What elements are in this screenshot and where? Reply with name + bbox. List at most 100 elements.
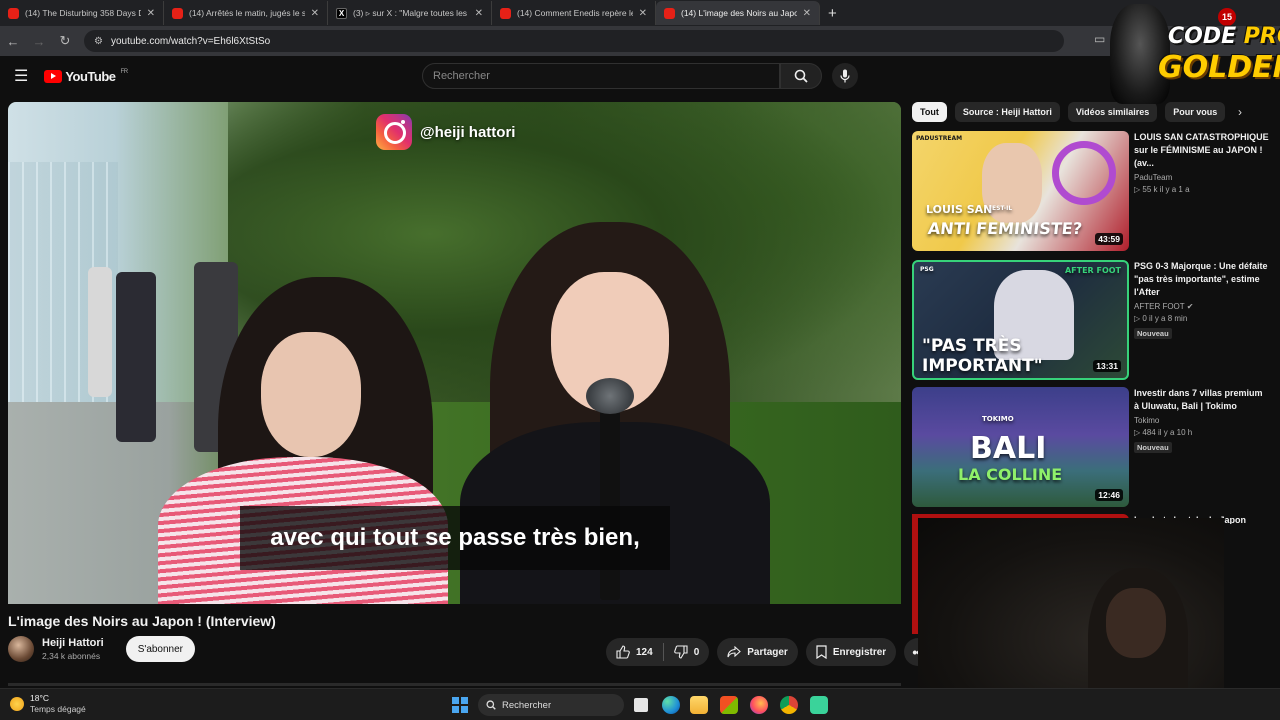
new-badge: Nouveau [1134,328,1172,339]
search-button[interactable] [780,63,822,89]
like-count: 124 [636,646,653,658]
taskbar-search-label: Rechercher [502,699,552,711]
comments-section-edge [8,683,901,686]
close-icon[interactable]: ✕ [147,8,155,19]
file-explorer-icon[interactable] [690,696,708,714]
video-thumbnail[interactable]: TOKIMO BALI LA COLLINE 12:46 [912,387,1129,507]
tab-title: (14) The Disturbing 358 Days D [25,8,141,18]
video-thumbnail[interactable]: PADUSTREAM LOUIS SAN EST-IL ANTI FEMINIS… [912,131,1129,251]
recommendation-item[interactable]: PADUSTREAM LOUIS SAN EST-IL ANTI FEMINIS… [912,131,1272,251]
reload-icon[interactable]: ↻ [52,33,78,49]
region-code: FR [120,68,129,75]
recommendation-title[interactable]: LOUIS SAN CATASTROPHIQUE sur le FÉMINISM… [1134,131,1270,170]
recommendation-info: LOUIS SAN CATASTROPHIQUE sur le FÉMINISM… [1134,131,1270,194]
channel-name[interactable]: Heiji Hattori [42,637,104,649]
video-duration: 13:31 [1093,360,1121,372]
search-icon [486,700,496,710]
streamer-face [1106,588,1166,658]
background-pedestrian [116,272,156,442]
firefox-icon[interactable] [750,696,768,714]
site-info-icon[interactable]: ⚙ [94,36,103,47]
windows-taskbar: 18°C Temps dégagé Rechercher [0,688,1280,720]
youtube-logo[interactable]: YouTube FR [44,68,129,84]
dislike-button[interactable]: 0 [673,645,699,659]
recommendation-title[interactable]: PSG 0-3 Majorque : Une défaite "pas très… [1134,260,1270,299]
recommendation-info: PSG 0-3 Majorque : Une défaite "pas très… [1134,260,1270,341]
thumb-tag: AFTER FOOT [1064,266,1121,275]
close-icon[interactable]: ✕ [639,8,647,19]
browser-tab-2[interactable]: (14) Arrêtés le matin, jugés le s ✕ [164,1,328,25]
edge-icon[interactable] [662,696,680,714]
bookmark-icon [816,645,827,659]
like-button[interactable]: 124 [616,645,653,659]
new-tab-icon[interactable]: + [820,5,845,22]
weather-widget[interactable]: 18°C Temps dégagé [10,693,86,714]
video-thumbnail[interactable]: AFTER FOOT PSG "PAS TRÈS IMPORTANT" 13:3… [912,260,1129,380]
share-icon [727,646,742,658]
tab-title: (3) ▹ sur X : "Malgre toutes les [353,7,468,18]
back-icon[interactable]: ← [0,34,26,49]
recommendation-channel[interactable]: AFTER FOOT ✔ [1134,302,1270,311]
video-subtitle: avec qui tout se passe très bien, [240,506,670,570]
feminism-symbol [1052,141,1116,205]
task-view-icon[interactable] [634,698,648,712]
youtube-icon [664,7,675,19]
chip-source[interactable]: Source : Heiji Hattori [954,102,1060,122]
recommendation-channel[interactable]: PaduTeam [1134,173,1270,182]
url-field[interactable]: ⚙ youtube.com/watch?v=Eh6l6XtStSo [84,30,1064,52]
voice-search-button[interactable] [832,63,858,89]
recommendation-meta: ▷ 55 k il y a 1 a [1134,185,1190,194]
app-icon[interactable] [810,696,828,714]
promo-line-1a: CODE [1168,24,1244,49]
promo-code-overlay: 15 CODE PROZIS GOLDENG [1108,0,1280,110]
browser-tab-5-active[interactable]: (14) L'image des Noirs au Japon ✕ [656,1,820,25]
chip-all[interactable]: Tout [912,102,947,122]
windows-start-icon[interactable] [452,697,468,713]
browser-tab-1[interactable]: (14) The Disturbing 358 Days D ✕ [0,1,164,25]
temperature: 18°C [30,693,49,703]
video-player[interactable]: @heiji hattori avec qui tout se passe tr… [8,102,901,604]
thumb-headline-1: LOUIS SAN [926,203,993,216]
channel-avatar[interactable] [8,636,34,662]
weather-text: 18°C Temps dégagé [30,693,86,714]
microphone-handle [600,410,620,600]
close-icon[interactable]: ✕ [311,8,319,19]
recommendation-item[interactable]: AFTER FOOT PSG "PAS TRÈS IMPORTANT" 13:3… [912,260,1272,380]
cast-icon[interactable]: ▭ [1094,32,1105,46]
video-duration: 43:59 [1095,233,1123,245]
save-button[interactable]: Enregistrer [805,638,897,666]
microphone-windscreen [586,378,634,414]
logo-text: YouTube [65,68,116,84]
instagram-handle: @heiji hattori [420,123,516,141]
thumb-headline-1: BALI [970,431,1047,466]
channel-info: Heiji Hattori 2,34 k abonnés [42,637,104,661]
tab-title: (14) Comment Enedis repère le [517,8,633,18]
hamburger-menu-icon[interactable]: ☰ [14,66,28,86]
recommendation-channel[interactable]: Tokimo [1134,416,1270,425]
recommendation-item[interactable]: TOKIMO BALI LA COLLINE 12:46 Investir da… [912,387,1272,507]
url-text: youtube.com/watch?v=Eh6l6XtStSo [110,35,271,47]
close-icon[interactable]: ✕ [803,8,811,19]
store-icon[interactable] [720,696,738,714]
tab-title: (14) L'image des Noirs au Japon [681,8,797,18]
share-button[interactable]: Partager [717,638,798,666]
recommendation-info: Investir dans 7 villas premium à Uluwatu… [1134,387,1270,455]
browser-tab-3[interactable]: X (3) ▹ sur X : "Malgre toutes les ✕ [328,1,492,25]
search-input[interactable]: Rechercher [422,63,780,89]
sun-icon [10,696,24,711]
channel-label: AFTER FOOT [1134,302,1185,311]
share-label: Partager [747,646,788,658]
browser-tab-bar: (14) The Disturbing 358 Days D ✕ (14) Ar… [0,0,1280,26]
forward-icon[interactable]: → [26,34,52,49]
browser-tab-4[interactable]: (14) Comment Enedis repère le ✕ [492,1,656,25]
close-icon[interactable]: ✕ [475,8,483,19]
search-icon [794,69,808,83]
recommendation-meta: ▷ 0 il y a 8 min [1134,314,1188,323]
taskbar-search[interactable]: Rechercher [478,694,624,716]
divider [662,643,664,661]
recommendation-title[interactable]: Investir dans 7 villas premium à Uluwatu… [1134,387,1270,413]
subscribe-button[interactable]: S'abonner [125,636,196,662]
new-badge: Nouveau [1134,442,1172,453]
instagram-overlay: @heiji hattori [376,114,515,150]
chrome-icon[interactable] [780,696,798,714]
